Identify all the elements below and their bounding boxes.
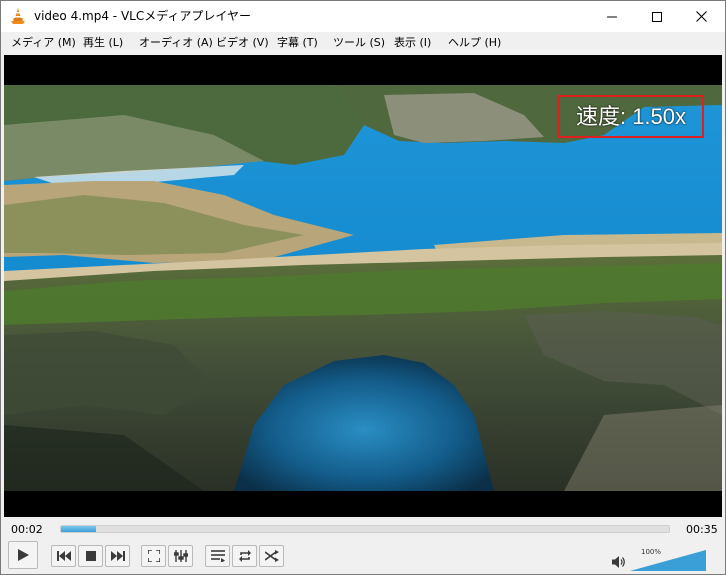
close-button[interactable] — [679, 1, 724, 32]
shuffle-icon — [264, 550, 279, 562]
title-bar: video 4.mp4 - VLCメディアプレイヤー — [1, 1, 725, 32]
menu-bar: メディア (M) 再生 (L) オーディオ (A) ビデオ (V) 字幕 (T)… — [1, 32, 725, 54]
shuffle-button[interactable] — [259, 545, 284, 567]
menu-playback[interactable]: 再生 (L) — [83, 36, 123, 50]
window-title: video 4.mp4 - VLCメディアプレイヤー — [34, 9, 252, 23]
menu-media[interactable]: メディア (M) — [11, 36, 76, 50]
seek-progress — [61, 526, 96, 532]
extended-settings-icon — [173, 550, 188, 562]
menu-tools[interactable]: ツール (S) — [333, 36, 385, 50]
vlc-window: video 4.mp4 - VLCメディアプレイヤー メディア (M) 再生 (… — [0, 0, 726, 575]
fullscreen-icon — [147, 550, 160, 562]
extended-settings-button[interactable] — [168, 545, 193, 567]
previous-button[interactable] — [51, 545, 76, 567]
minimize-icon — [606, 12, 617, 22]
total-time: 00:35 — [686, 523, 718, 536]
loop-icon — [238, 550, 252, 562]
play-button[interactable] — [8, 541, 38, 569]
menu-audio[interactable]: オーディオ (A) — [139, 36, 213, 50]
next-button[interactable] — [105, 545, 130, 567]
fullscreen-button[interactable] — [141, 545, 166, 567]
speaker-icon[interactable] — [612, 554, 626, 568]
loop-button[interactable] — [232, 545, 257, 567]
menu-help[interactable]: ヘルプ (H) — [448, 36, 501, 50]
volume-label: 100% — [641, 548, 662, 556]
close-icon — [696, 11, 707, 22]
maximize-button[interactable] — [634, 1, 679, 32]
seek-bar[interactable] — [60, 525, 670, 533]
elapsed-time: 00:02 — [11, 523, 43, 536]
video-area[interactable]: 速度: 1.50x — [4, 55, 722, 517]
stop-button[interactable] — [78, 545, 103, 567]
speed-osd: 速度: 1.50x — [558, 95, 704, 138]
play-icon — [16, 548, 30, 562]
menu-view[interactable]: 表示 (I) — [394, 36, 431, 50]
menu-subtitle[interactable]: 字幕 (T) — [277, 36, 318, 50]
vlc-cone-icon — [10, 8, 26, 25]
maximize-icon — [651, 11, 662, 22]
minimize-button[interactable] — [589, 1, 634, 32]
previous-icon — [56, 551, 71, 561]
next-icon — [110, 551, 125, 561]
menu-video[interactable]: ビデオ (V) — [216, 36, 269, 50]
playlist-icon — [210, 550, 225, 562]
stop-icon — [85, 551, 96, 561]
playlist-button[interactable] — [205, 545, 230, 567]
video-frame — [4, 85, 722, 491]
